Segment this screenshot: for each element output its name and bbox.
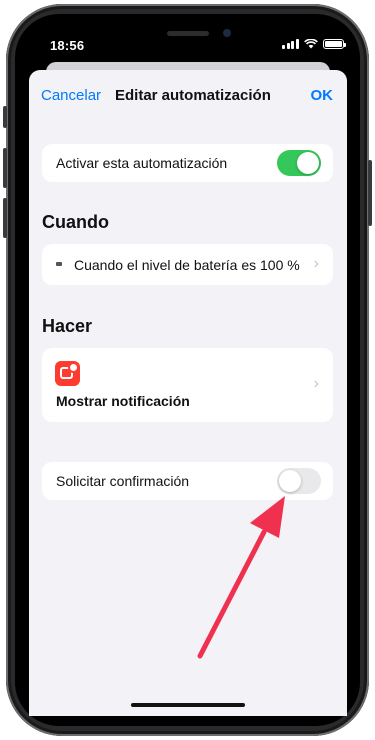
annotation-arrow: [197, 496, 285, 659]
